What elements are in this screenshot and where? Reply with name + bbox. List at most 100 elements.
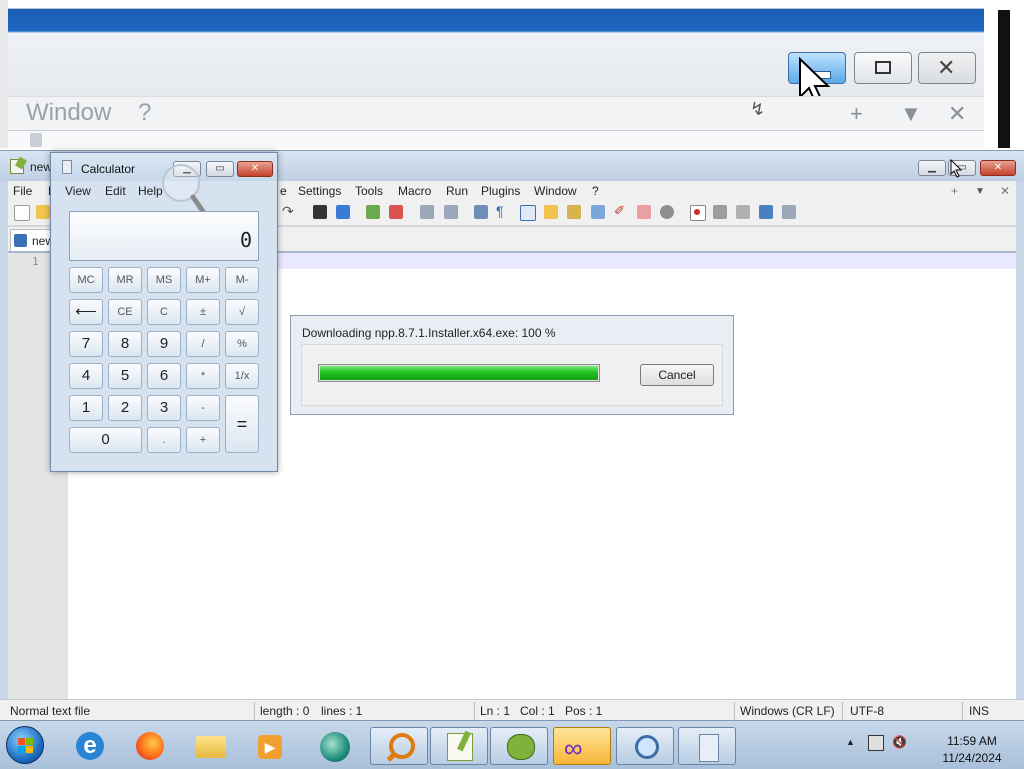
calc-2-button[interactable]: 2 — [108, 395, 142, 421]
function-list-icon[interactable] — [567, 205, 581, 219]
monitoring-icon[interactable]: ✐ — [614, 203, 628, 218]
calc-mc-button[interactable]: MC — [69, 267, 103, 293]
calc-backspace-button[interactable]: ⟵ — [69, 299, 103, 325]
calculator-window: Calculator ▁ ▭ ✕ View Edit Help 0 MC MR … — [50, 152, 278, 472]
network-icon[interactable] — [868, 735, 884, 751]
system-clock[interactable]: 11:59 AM 11/24/2024 — [936, 734, 1008, 765]
new-file-icon[interactable] — [14, 205, 30, 221]
indent-guide-icon[interactable] — [520, 205, 536, 221]
npp-minimize-button[interactable]: ▁ — [918, 160, 946, 176]
zoom-tab-list-icon: ▼ — [900, 101, 922, 126]
maximize-icon — [875, 61, 891, 74]
calc-add-button[interactable]: + — [186, 427, 220, 453]
calc-ms-button[interactable]: MS — [147, 267, 181, 293]
calc-1-button[interactable]: 1 — [69, 395, 103, 421]
calc-mr-button[interactable]: MR — [108, 267, 142, 293]
notepad-plus-plus-icon[interactable] — [430, 727, 488, 765]
redo-icon[interactable]: ↷ — [282, 203, 296, 219]
mouse-cursor-icon — [950, 159, 963, 178]
calc-decimal-button[interactable]: . — [147, 427, 181, 453]
replace-icon[interactable] — [336, 205, 350, 219]
calc-sqrt-button[interactable]: √ — [225, 299, 259, 325]
infinity-app-icon[interactable]: ∞ — [553, 727, 611, 765]
macro-stop-icon[interactable] — [713, 205, 727, 219]
calc-equals-button[interactable]: = — [225, 395, 259, 453]
calc-menu-view[interactable]: View — [65, 184, 91, 198]
file-explorer-icon[interactable] — [182, 727, 240, 765]
volume-muted-icon[interactable]: 🔇 — [892, 735, 908, 749]
menu-run[interactable]: Run — [446, 184, 468, 198]
menu-plugins[interactable]: Plugins — [481, 184, 520, 198]
folder-as-workspace-icon[interactable] — [591, 205, 605, 219]
sync-horizontal-icon[interactable] — [444, 205, 458, 219]
zoom-out-icon[interactable] — [389, 205, 403, 219]
doc-map-icon[interactable] — [544, 205, 558, 219]
calc-negate-button[interactable]: ± — [186, 299, 220, 325]
word-wrap-icon[interactable] — [474, 205, 488, 219]
menu-macro[interactable]: Macro — [398, 184, 431, 198]
search-app-icon[interactable] — [370, 727, 428, 765]
calc-3-button[interactable]: 3 — [147, 395, 181, 421]
firefox-icon[interactable] — [122, 727, 180, 765]
zoom-title-bar: ✕ — [8, 8, 984, 106]
calc-ce-button[interactable]: CE — [108, 299, 142, 325]
menu-window[interactable]: Window — [534, 184, 577, 198]
cancel-button[interactable]: Cancel — [640, 364, 714, 386]
calc-4-button[interactable]: 4 — [69, 363, 103, 389]
tab-list-icon[interactable]: ▼ — [975, 186, 985, 197]
calc-percent-button[interactable]: % — [225, 331, 259, 357]
taskbar: e ▶ ∞ ▲ 🔇 11:59 AM 11/24/2024 — [0, 720, 1024, 769]
status-insert-mode: INS — [969, 704, 990, 718]
macro-play-icon[interactable] — [736, 205, 750, 219]
menu-tools[interactable]: Tools — [355, 184, 383, 198]
calc-subtract-button[interactable]: - — [186, 395, 220, 421]
calc-5-button[interactable]: 5 — [108, 363, 142, 389]
zoom-toolbar-fragment-icon: ↯ — [750, 99, 766, 119]
new-tab-icon[interactable]: + — [951, 184, 958, 198]
calculator-icon[interactable] — [678, 727, 736, 765]
calc-6-button[interactable]: 6 — [147, 363, 181, 389]
calc-mplus-button[interactable]: M+ — [186, 267, 220, 293]
start-orb-icon[interactable] — [6, 726, 44, 764]
macro-save-icon[interactable] — [782, 205, 796, 219]
calc-divide-button[interactable]: / — [186, 331, 220, 357]
app-icon[interactable] — [306, 727, 364, 765]
calc-reciprocal-button[interactable]: 1/x — [225, 363, 259, 389]
macro-play-multiple-icon[interactable] — [759, 205, 773, 219]
zoom-maximize-button[interactable] — [854, 52, 912, 84]
menu-language[interactable]: e — [280, 184, 287, 198]
record-shape-icon[interactable] — [660, 205, 674, 219]
menu-help[interactable]: ? — [592, 184, 599, 198]
open-file-icon[interactable] — [36, 205, 50, 219]
zoom-close-button[interactable]: ✕ — [918, 52, 976, 84]
status-file-type: Normal text file — [10, 704, 91, 718]
internet-explorer-icon[interactable]: e — [62, 727, 120, 765]
zoom-in-icon[interactable] — [366, 205, 380, 219]
find-icon[interactable] — [313, 205, 327, 219]
calc-9-button[interactable]: 9 — [147, 331, 181, 357]
panel-icon[interactable] — [637, 205, 651, 219]
media-player-icon[interactable]: ▶ — [242, 727, 300, 765]
calc-multiply-button[interactable]: * — [186, 363, 220, 389]
calc-mminus-button[interactable]: M- — [225, 267, 259, 293]
npp-close-button[interactable]: ✕ — [980, 160, 1016, 176]
menu-settings[interactable]: Settings — [298, 184, 341, 198]
close-tab-icon[interactable]: ✕ — [1000, 184, 1010, 198]
calc-c-button[interactable]: C — [147, 299, 181, 325]
calc-0-button[interactable]: 0 — [69, 427, 142, 453]
npp-title: new — [30, 160, 53, 174]
download-progress-bar — [318, 364, 600, 382]
show-all-characters-icon[interactable]: ¶ — [496, 203, 510, 219]
zoom-menu-help: ? — [138, 99, 152, 126]
sync-vertical-icon[interactable] — [420, 205, 434, 219]
calc-8-button[interactable]: 8 — [108, 331, 142, 357]
tray-expand-icon[interactable]: ▲ — [846, 737, 855, 747]
calc-menu-edit[interactable]: Edit — [105, 184, 126, 198]
macro-record-icon[interactable] — [690, 205, 706, 221]
calc-menu-help[interactable]: Help — [138, 184, 163, 198]
menu-file[interactable]: File — [13, 184, 32, 198]
calc-7-button[interactable]: 7 — [69, 331, 103, 357]
frog-app-icon[interactable] — [490, 727, 548, 765]
magnifier-icon[interactable] — [616, 727, 674, 765]
save-state-icon — [14, 234, 27, 247]
